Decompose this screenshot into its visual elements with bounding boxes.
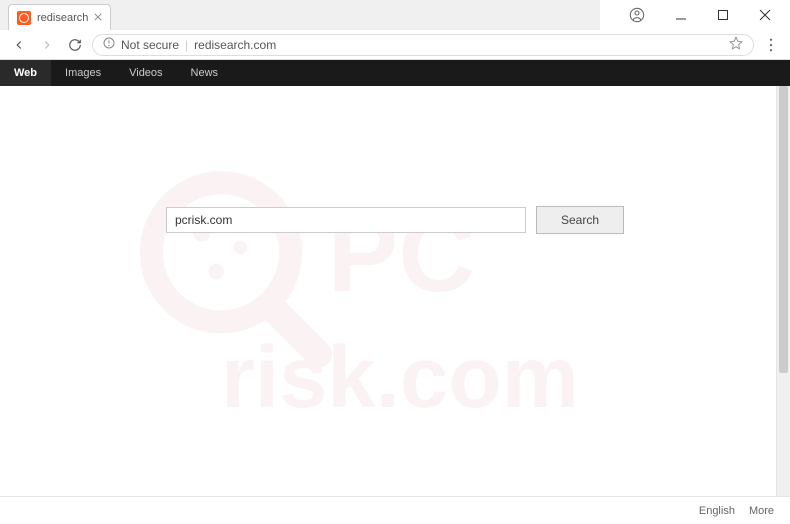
address-bar-row: Not secure | redisearch.com xyxy=(0,30,790,60)
nav-web[interactable]: Web xyxy=(0,60,51,86)
svg-text:risk.com: risk.com xyxy=(221,329,579,426)
browser-tab[interactable]: redisearch xyxy=(8,4,111,30)
site-nav-bar: Web Images Videos News xyxy=(0,60,790,86)
window-minimize-icon[interactable] xyxy=(660,1,702,29)
tab-favicon-icon xyxy=(17,11,31,25)
url-text: redisearch.com xyxy=(194,38,276,52)
tab-close-icon[interactable] xyxy=(94,12,102,24)
nav-images[interactable]: Images xyxy=(51,60,115,86)
search-row: Search xyxy=(166,206,624,234)
search-button[interactable]: Search xyxy=(536,206,624,234)
vertical-scrollbar[interactable] xyxy=(776,86,790,496)
footer: English More xyxy=(0,496,790,524)
addr-divider: | xyxy=(185,38,188,52)
address-bar[interactable]: Not secure | redisearch.com xyxy=(92,34,754,56)
back-button[interactable] xyxy=(8,34,30,56)
window-maximize-icon[interactable] xyxy=(702,1,744,29)
security-label: Not secure xyxy=(121,38,179,52)
footer-more[interactable]: More xyxy=(749,505,774,517)
user-profile-icon[interactable] xyxy=(616,1,658,29)
nav-news[interactable]: News xyxy=(177,60,233,86)
browser-menu-icon[interactable] xyxy=(760,38,782,52)
nav-videos[interactable]: Videos xyxy=(115,60,176,86)
not-secure-icon xyxy=(103,37,115,52)
search-input[interactable] xyxy=(166,207,526,233)
bookmark-star-icon[interactable] xyxy=(729,36,743,53)
watermark-logo-icon: PC risk.com xyxy=(0,86,790,496)
scrollbar-thumb[interactable] xyxy=(779,86,788,373)
tab-title: redisearch xyxy=(37,12,88,24)
forward-button[interactable] xyxy=(36,34,58,56)
footer-language[interactable]: English xyxy=(699,505,735,517)
reload-button[interactable] xyxy=(64,34,86,56)
main-content: PC risk.com Search xyxy=(0,86,790,496)
window-close-icon[interactable] xyxy=(744,1,786,29)
